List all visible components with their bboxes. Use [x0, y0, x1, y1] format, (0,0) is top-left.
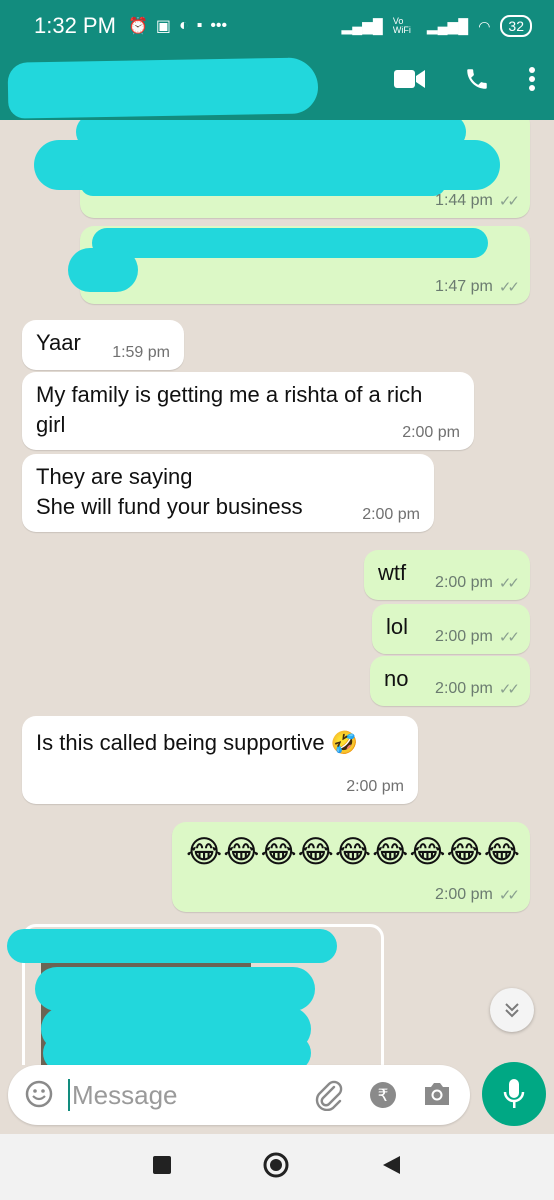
more-options-icon[interactable]: [528, 66, 536, 92]
message-bubble-outgoing[interactable]: 1:44 pm ✓✓: [34, 120, 530, 218]
redaction-mark: [80, 170, 446, 196]
message-bubble-incoming[interactable]: They are saying She will fund your busin…: [22, 454, 434, 532]
message-text: no: [384, 666, 409, 691]
recents-icon[interactable]: [152, 1155, 172, 1180]
message-time: 2:00 pm: [346, 778, 404, 795]
app-icon: ◐: [178, 17, 189, 34]
message-text: My family is getting me a rishta of a ri…: [36, 382, 423, 437]
message-text: lol: [386, 614, 409, 639]
emoji-message: 😂😂😂😂😂😂😂😂😂: [186, 834, 521, 869]
message-time: 2:00 pm: [362, 506, 420, 523]
message-bubble-incoming[interactable]: Is this called being supportive 🤣 2:00 p…: [22, 716, 418, 804]
system-nav-bar: [0, 1134, 554, 1200]
message-input[interactable]: [72, 1073, 292, 1117]
chat-header: ←: [0, 52, 554, 120]
message-text: wtf: [378, 560, 407, 585]
status-time: 1:32 PM: [34, 13, 116, 38]
message-bubble-outgoing[interactable]: wtf 2:00 pm ✓✓: [364, 550, 530, 600]
message-meta: 1:59 pm: [112, 344, 170, 362]
payment-rupee-icon[interactable]: ₹: [368, 1080, 398, 1115]
home-icon[interactable]: [262, 1151, 290, 1184]
text-cursor: [68, 1079, 70, 1111]
message-bubble-outgoing[interactable]: lol 2:00 pm ✓✓: [372, 604, 530, 654]
message-time: 2:00 pm: [435, 574, 493, 591]
battery-icon: 32: [500, 15, 532, 37]
media-icon: ▪: [196, 17, 203, 34]
voice-call-icon[interactable]: [464, 66, 490, 92]
message-text: Is this called being supportive 🤣: [36, 730, 359, 755]
message-time: 1:47 pm: [435, 278, 493, 295]
message-time: 2:00 pm: [435, 628, 493, 645]
scroll-to-bottom-button[interactable]: [490, 988, 534, 1032]
back-icon[interactable]: [380, 1154, 402, 1181]
message-bubble-outgoing[interactable]: 😂😂😂😂😂😂😂😂😂 2:00 pm ✓✓: [172, 822, 530, 912]
message-meta: 2:00 pm ✓✓: [435, 628, 520, 646]
attachment-icon[interactable]: [314, 1079, 344, 1116]
message-bubble-outgoing[interactable]: no 2:00 pm ✓✓: [370, 656, 530, 706]
microphone-icon: [503, 1079, 525, 1108]
read-ticks-icon: ✓✓: [498, 629, 520, 646]
media-message-incoming[interactable]: [7, 924, 384, 1065]
wifi-icon: ◠: [478, 17, 491, 34]
read-ticks-icon: ✓✓: [498, 887, 520, 904]
svg-text:₹: ₹: [378, 1086, 389, 1106]
header-actions: [394, 66, 536, 92]
message-time: 2:00 pm: [435, 886, 493, 903]
alarm-icon: ⏰: [127, 18, 148, 35]
message-meta: 1:44 pm ✓✓: [435, 192, 520, 210]
read-ticks-icon: ✓✓: [498, 279, 520, 296]
message-time: 1:59 pm: [112, 344, 170, 361]
message-time: 1:44 pm: [435, 192, 493, 209]
message-time: 2:00 pm: [402, 424, 460, 441]
chat-area[interactable]: 1:44 pm ✓✓ 1:47 pm ✓✓ Yaar 1:59 pm My fa…: [0, 120, 554, 1065]
status-right: ▂▄▆█ Vo WiFi ▂▄▆█ ◠ 32: [341, 15, 532, 37]
signal-icon-2: ▂▄▆█: [426, 17, 469, 34]
read-ticks-icon: ✓✓: [498, 193, 520, 210]
redaction-mark: [35, 967, 315, 1011]
signal-icon: ▂▄▆█: [341, 17, 383, 34]
emoji-icon[interactable]: [24, 1079, 54, 1114]
redaction-mark: [92, 228, 488, 258]
message-meta: 1:47 pm ✓✓: [435, 278, 520, 296]
message-meta: 2:00 pm ✓✓: [435, 886, 520, 904]
message-meta: 2:00 pm: [346, 778, 404, 796]
vowifi-label: Vo WiFi: [392, 16, 411, 35]
video-call-icon[interactable]: [394, 68, 426, 90]
read-ticks-icon: ✓✓: [498, 575, 520, 592]
voice-message-button[interactable]: [482, 1062, 546, 1126]
more-notifications-icon: •••: [210, 17, 228, 34]
message-bubble-incoming[interactable]: Yaar 1:59 pm: [22, 320, 184, 370]
double-chevron-down-icon: [505, 1003, 519, 1018]
message-meta: 2:00 pm: [362, 506, 420, 524]
redaction-mark: [7, 929, 337, 963]
message-meta: 2:00 pm ✓✓: [435, 574, 520, 592]
notification-icons: ⏰ ▣ ◐ ▪ •••: [128, 16, 227, 36]
status-bar: 1:32 PM ⏰ ▣ ◐ ▪ ••• ▂▄▆█ Vo WiFi ▂▄▆█ ◠ …: [0, 0, 554, 52]
redaction-mark: [43, 1035, 311, 1065]
redaction-mark: [68, 248, 138, 292]
message-bubble-outgoing[interactable]: 1:47 pm ✓✓: [68, 226, 530, 304]
message-bubble-incoming[interactable]: My family is getting me a rishta of a ri…: [22, 372, 474, 450]
message-time: 2:00 pm: [435, 680, 493, 697]
message-meta: 2:00 pm ✓✓: [435, 680, 520, 698]
read-ticks-icon: ✓✓: [498, 681, 520, 698]
message-text: Yaar: [36, 330, 81, 355]
message-meta: 2:00 pm: [402, 424, 460, 442]
message-composer: ₹: [8, 1065, 470, 1125]
message-icon: ▣: [155, 18, 171, 35]
message-text: They are saying She will fund your busin…: [36, 464, 303, 519]
camera-icon[interactable]: [422, 1081, 452, 1112]
contact-name-redaction[interactable]: [7, 57, 319, 119]
